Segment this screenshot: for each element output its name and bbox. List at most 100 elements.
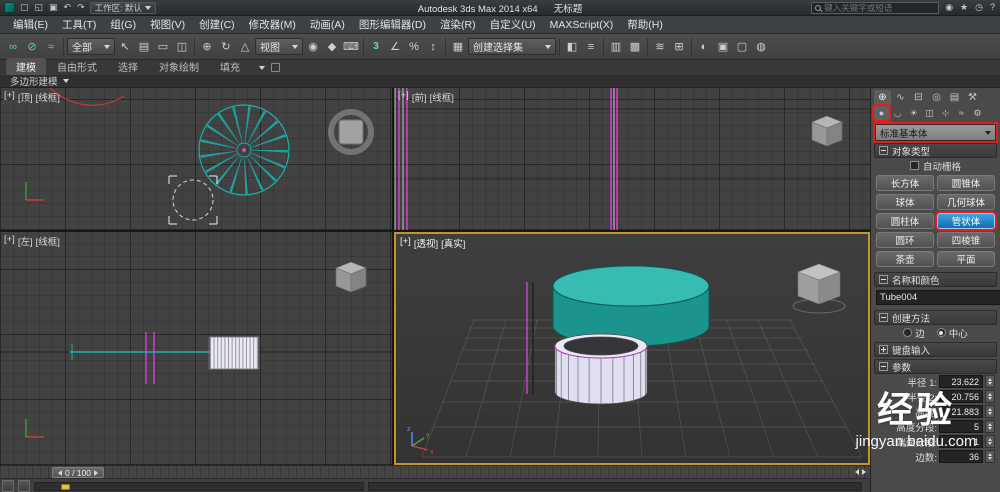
bind-to-space-warp-icon[interactable]: ≈	[42, 38, 60, 56]
render-setup-icon[interactable]: ▣	[714, 38, 732, 56]
selection-filter-dropdown[interactable]: 全部	[67, 38, 115, 55]
menu-views[interactable]: 视图(V)	[143, 16, 192, 33]
time-slider[interactable]: 0 / 100	[52, 467, 104, 478]
hierarchy-tab-icon[interactable]: ⊟	[910, 90, 927, 105]
viewport-perspective[interactable]: [+] [透视] [真实] x y z	[394, 232, 870, 465]
rollout-name-and-color[interactable]: 名称和颜色	[874, 272, 997, 287]
named-selection-sets-dropdown[interactable]: 创建选择集	[468, 38, 556, 55]
open-file-icon[interactable]: ◱	[34, 2, 45, 13]
sides-spinner[interactable]	[985, 450, 995, 463]
menu-edit[interactable]: 编辑(E)	[6, 16, 55, 33]
sign-in-icon[interactable]: ◉	[944, 2, 954, 13]
primitive-category-dropdown[interactable]: 标准基本体	[873, 122, 998, 143]
helpers-category-icon[interactable]: ⊹	[938, 106, 953, 120]
object-name-field[interactable]	[876, 290, 1000, 305]
material-editor-icon[interactable]: ◐	[695, 38, 713, 56]
graphite-ribbon-icon[interactable]: ▩	[626, 38, 644, 56]
select-and-move-icon[interactable]: ⊕	[198, 38, 216, 56]
lights-category-icon[interactable]: ☀	[906, 106, 921, 120]
height-spinner[interactable]	[985, 405, 995, 418]
viewport-menu-pov[interactable]: [左]	[18, 234, 33, 248]
rendered-frame-window-icon[interactable]: ▢	[733, 38, 751, 56]
radius1-spinner[interactable]	[985, 375, 995, 388]
radius2-field[interactable]: 20.756	[939, 390, 983, 403]
height-segments-field[interactable]: 5	[939, 420, 983, 433]
menu-maxscript[interactable]: MAXScript(X)	[543, 16, 621, 33]
cone-button[interactable]: 圆锥体	[937, 175, 995, 191]
pyramid-button[interactable]: 四棱锥	[937, 232, 995, 248]
geosphere-button[interactable]: 几何球体	[937, 194, 995, 210]
teapot-button[interactable]: 茶壶	[876, 251, 934, 267]
sphere-button[interactable]: 球体	[876, 194, 934, 210]
rectangular-selection-region-icon[interactable]: ▭	[154, 38, 172, 56]
sides-field[interactable]: 36	[939, 450, 983, 463]
render-production-icon[interactable]: ◍	[752, 38, 770, 56]
viewport-menu-shading[interactable]: [真实]	[441, 236, 465, 250]
menu-tools[interactable]: 工具(T)	[55, 16, 103, 33]
viewcube[interactable]	[328, 109, 374, 155]
maxscript-mini-listener-icon[interactable]	[2, 480, 14, 492]
rollout-parameters[interactable]: 参数	[874, 359, 997, 374]
timeline-scroll-left-icon[interactable]	[855, 469, 859, 475]
viewport-menu-shading[interactable]: [线框]	[36, 234, 60, 248]
cylinder-button[interactable]: 圆柱体	[876, 213, 934, 229]
ribbon-tab-populate[interactable]: 填充	[210, 58, 250, 75]
utilities-tab-icon[interactable]: ⚒	[964, 90, 981, 105]
menu-create[interactable]: 创建(C)	[192, 16, 242, 33]
next-frame-icon[interactable]	[94, 469, 98, 476]
ribbon-tab-modeling[interactable]: 建模	[6, 58, 46, 75]
tube-button[interactable]: 管状体	[935, 211, 997, 231]
workspace-dropdown[interactable]: 工作区: 默认	[89, 1, 156, 14]
viewport-menu-general[interactable]: [+]	[398, 90, 409, 104]
radius1-field[interactable]: 23.622	[939, 375, 983, 388]
menu-modifiers[interactable]: 修改器(M)	[242, 16, 303, 33]
ribbon-tab-freeform[interactable]: 自由形式	[47, 58, 107, 75]
undo-icon[interactable]: ↶	[63, 2, 73, 13]
history-icon[interactable]: ◷	[974, 2, 984, 13]
viewport-top[interactable]: [+] [顶] [线框]	[0, 88, 392, 230]
viewport-menu-pov[interactable]: [前]	[412, 90, 427, 104]
tube-object[interactable]	[554, 333, 648, 405]
window-crossing-icon[interactable]: ◫	[173, 38, 191, 56]
menu-help[interactable]: 帮助(H)	[620, 16, 670, 33]
cap-segments-field[interactable]: 1	[939, 435, 983, 448]
viewport-menu-general[interactable]: [+]	[4, 234, 15, 248]
tube-top-view[interactable]	[198, 104, 290, 196]
reference-coordinate-dropdown[interactable]: 视图	[255, 38, 303, 55]
curve-editor-icon[interactable]: ≋	[651, 38, 669, 56]
tube-left-view[interactable]	[208, 336, 260, 370]
menu-rendering[interactable]: 渲染(R)	[433, 16, 483, 33]
box-button[interactable]: 长方体	[876, 175, 934, 191]
edit-named-selection-sets-icon[interactable]: ▦	[449, 38, 467, 56]
select-and-scale-icon[interactable]: △	[236, 38, 254, 56]
favorites-icon[interactable]: ★	[959, 2, 969, 13]
unlink-selection-icon[interactable]: ⊘	[23, 38, 41, 56]
time-slider-track[interactable]: 0 / 100	[0, 465, 870, 478]
snap-toggle-3d-icon[interactable]: 3	[367, 38, 385, 56]
redo-icon[interactable]: ↷	[76, 2, 86, 13]
polygon-modeling-panel[interactable]: 多边形建模	[10, 74, 58, 88]
select-and-manipulate-icon[interactable]: ◆	[323, 38, 341, 56]
select-and-rotate-icon[interactable]: ↻	[217, 38, 235, 56]
modify-tab-icon[interactable]: ∿	[892, 90, 909, 105]
torus-button[interactable]: 圆环	[876, 232, 934, 248]
timeline-scroll-right-icon[interactable]	[862, 469, 866, 475]
menu-customize[interactable]: 自定义(U)	[483, 16, 543, 33]
geometry-category-icon[interactable]: ●	[872, 104, 891, 122]
schematic-view-icon[interactable]: ⊞	[670, 38, 688, 56]
cap-segments-spinner[interactable]	[985, 435, 995, 448]
menu-group[interactable]: 组(G)	[103, 16, 143, 33]
viewport-menu-pov[interactable]: [透视]	[414, 236, 438, 250]
track-bar-key[interactable]	[61, 483, 70, 490]
help-icon[interactable]: ?	[989, 2, 996, 13]
new-scene-icon[interactable]: ▢	[19, 2, 30, 13]
height-field[interactable]: 21.883	[939, 405, 983, 418]
ribbon-tab-object-paint[interactable]: 对象绘制	[149, 58, 209, 75]
listener-window-icon[interactable]	[18, 480, 30, 492]
select-and-link-icon[interactable]: ∞	[4, 38, 22, 56]
viewport-menu-general[interactable]: [+]	[400, 236, 411, 250]
radius2-spinner[interactable]	[985, 390, 995, 403]
search-input[interactable]	[824, 2, 936, 13]
track-bar[interactable]	[34, 481, 364, 491]
create-tab-icon[interactable]: ⊕	[874, 89, 891, 105]
